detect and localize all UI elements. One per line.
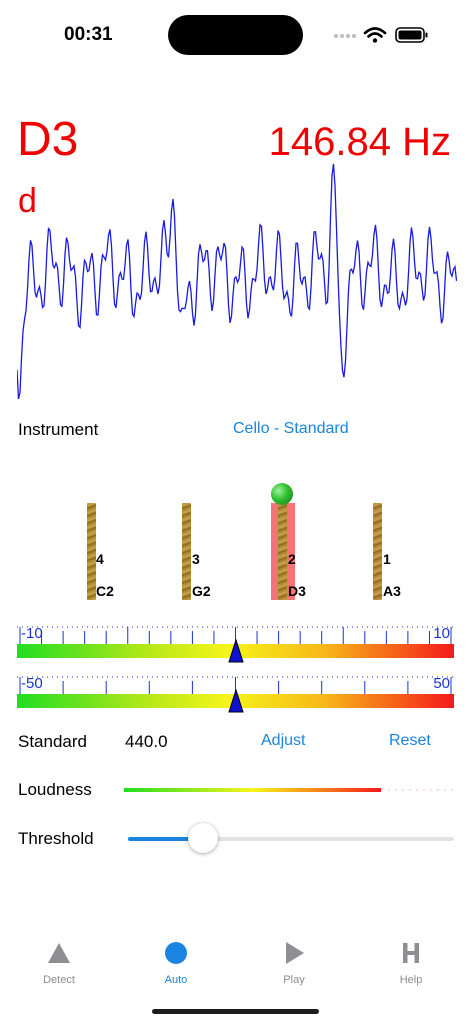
- adjust-button[interactable]: Adjust: [261, 732, 305, 750]
- tab-detect-label: Detect: [43, 974, 75, 986]
- help-h-icon: [403, 943, 419, 963]
- standard-value: 440.0: [125, 732, 168, 751]
- tab-auto-label: Auto: [164, 974, 188, 986]
- instrument-selector[interactable]: Cello - Standard: [233, 420, 349, 438]
- fine-meter-needle-icon: [227, 639, 244, 663]
- waveform-display: [17, 163, 457, 400]
- loudness-label: Loudness: [18, 780, 92, 799]
- string-1[interactable]: [373, 503, 382, 600]
- string-4[interactable]: [87, 503, 96, 600]
- loudness-meter: [124, 788, 454, 792]
- battery-icon: [395, 27, 428, 43]
- threshold-label: Threshold: [18, 829, 94, 848]
- waveform-line: [17, 163, 457, 400]
- circle-icon: [165, 942, 187, 964]
- wifi-icon: [363, 27, 387, 38]
- play-icon: [286, 942, 304, 964]
- home-indicator: [152, 1009, 319, 1014]
- tab-help-label: Help: [399, 974, 423, 986]
- string-2-number: 2: [288, 551, 296, 567]
- string-4-note: C2: [96, 583, 114, 599]
- instrument-label: Instrument: [18, 420, 99, 439]
- string-2[interactable]: [278, 503, 287, 600]
- threshold-slider-track[interactable]: [128, 837, 454, 841]
- threshold-slider-thumb[interactable]: [187, 823, 218, 853]
- in-tune-indicator-icon: [271, 483, 293, 505]
- tab-play[interactable]: Play: [254, 940, 334, 986]
- status-time: 00:31: [64, 24, 113, 45]
- wifi-dot: [372, 38, 378, 43]
- reset-button[interactable]: Reset: [389, 732, 431, 750]
- string-3-number: 3: [192, 551, 200, 567]
- string-selector: 4 C2 3 G2 2 D3 1 A3: [0, 478, 471, 608]
- coarse-meter-needle-icon: [227, 689, 244, 713]
- string-2-note: D3: [288, 583, 306, 599]
- string-1-note: A3: [383, 583, 401, 599]
- string-4-number: 4: [96, 551, 104, 567]
- coarse-tuning-meter: -50 50: [17, 675, 454, 713]
- loudness-track-dots: [381, 789, 454, 791]
- dynamic-island: [168, 15, 303, 55]
- tab-auto[interactable]: Auto: [136, 940, 216, 986]
- fine-tuning-meter: -10 10: [17, 625, 454, 663]
- string-3-note: G2: [192, 583, 211, 599]
- string-1-number: 1: [383, 551, 391, 567]
- cellular-signal-icon: [334, 34, 356, 38]
- tab-detect[interactable]: Detect: [19, 940, 99, 986]
- tab-play-label: Play: [283, 974, 305, 986]
- string-3[interactable]: [182, 503, 191, 600]
- tab-help[interactable]: Help: [371, 940, 451, 986]
- triangle-icon: [48, 943, 70, 963]
- status-icons: [334, 27, 428, 43]
- standard-label: Standard: [18, 732, 87, 751]
